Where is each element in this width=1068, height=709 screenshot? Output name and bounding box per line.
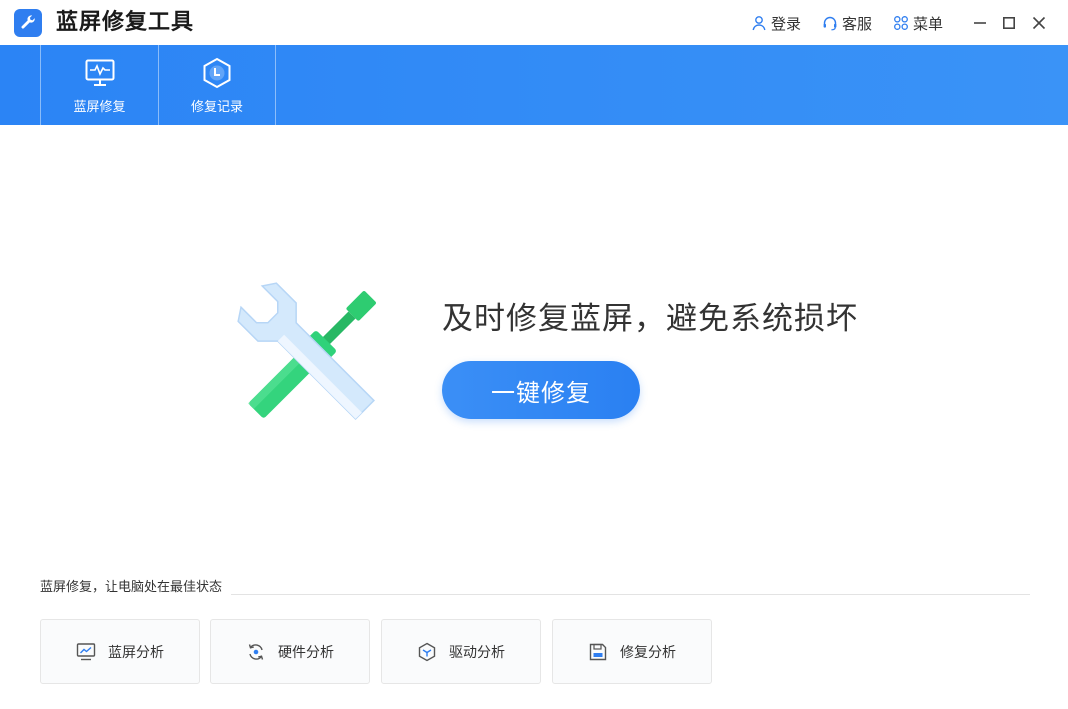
headset-icon bbox=[823, 16, 837, 31]
hero-headline: 及时修复蓝屏，避免系统损坏 bbox=[442, 301, 858, 337]
tab-bluescreen-repair[interactable]: 蓝屏修复 bbox=[40, 45, 158, 125]
wrench-screwdriver-icon bbox=[226, 272, 396, 440]
monitor-chart-icon bbox=[76, 642, 96, 660]
card-label: 修复分析 bbox=[620, 644, 676, 661]
app-logo-wrench-icon bbox=[14, 9, 42, 37]
section-caption: 蓝屏修复，让电脑处在最佳状态 bbox=[40, 580, 223, 595]
hexagon-clock-icon bbox=[201, 57, 233, 89]
cycle-arrows-icon bbox=[248, 643, 264, 660]
user-icon bbox=[752, 16, 766, 31]
floppy-disk-icon bbox=[589, 643, 607, 660]
app-title: 蓝屏修复工具 bbox=[56, 10, 195, 35]
maximize-icon bbox=[1002, 16, 1015, 29]
main-nav: 蓝屏修复 修复记录 bbox=[0, 45, 1068, 125]
card-label: 硬件分析 bbox=[278, 644, 334, 661]
minimize-button[interactable] bbox=[968, 11, 992, 35]
card-label: 驱动分析 bbox=[449, 644, 505, 661]
login-label: 登录 bbox=[771, 14, 802, 33]
grid-menu-icon bbox=[894, 16, 908, 30]
maximize-button[interactable] bbox=[997, 11, 1021, 35]
minimize-icon bbox=[974, 22, 986, 24]
tab-repair-history[interactable]: 修复记录 bbox=[158, 45, 276, 125]
bluescreen-analysis-card[interactable]: 蓝屏分析 bbox=[40, 619, 200, 684]
service-label: 客服 bbox=[842, 14, 873, 33]
driver-analysis-card[interactable]: 驱动分析 bbox=[381, 619, 541, 684]
repair-analysis-card[interactable]: 修复分析 bbox=[552, 619, 712, 684]
title-bar: 蓝屏修复工具 登录 客服 菜单 bbox=[0, 0, 1068, 45]
section-divider bbox=[231, 594, 1030, 595]
tab-label: 修复记录 bbox=[190, 100, 243, 115]
menu-label: 菜单 bbox=[913, 14, 944, 33]
tab-label: 蓝屏修复 bbox=[73, 100, 126, 115]
one-click-repair-button[interactable]: 一键修复 bbox=[442, 361, 640, 419]
card-label: 蓝屏分析 bbox=[108, 644, 164, 661]
menu-button[interactable]: 菜单 bbox=[893, 12, 943, 34]
monitor-pulse-icon bbox=[84, 57, 116, 89]
close-button[interactable] bbox=[1027, 11, 1051, 35]
cube-icon bbox=[418, 642, 436, 661]
hardware-analysis-card[interactable]: 硬件分析 bbox=[210, 619, 370, 684]
login-button[interactable]: 登录 bbox=[751, 12, 801, 34]
customer-service-button[interactable]: 客服 bbox=[822, 12, 872, 34]
close-icon bbox=[1032, 16, 1046, 30]
